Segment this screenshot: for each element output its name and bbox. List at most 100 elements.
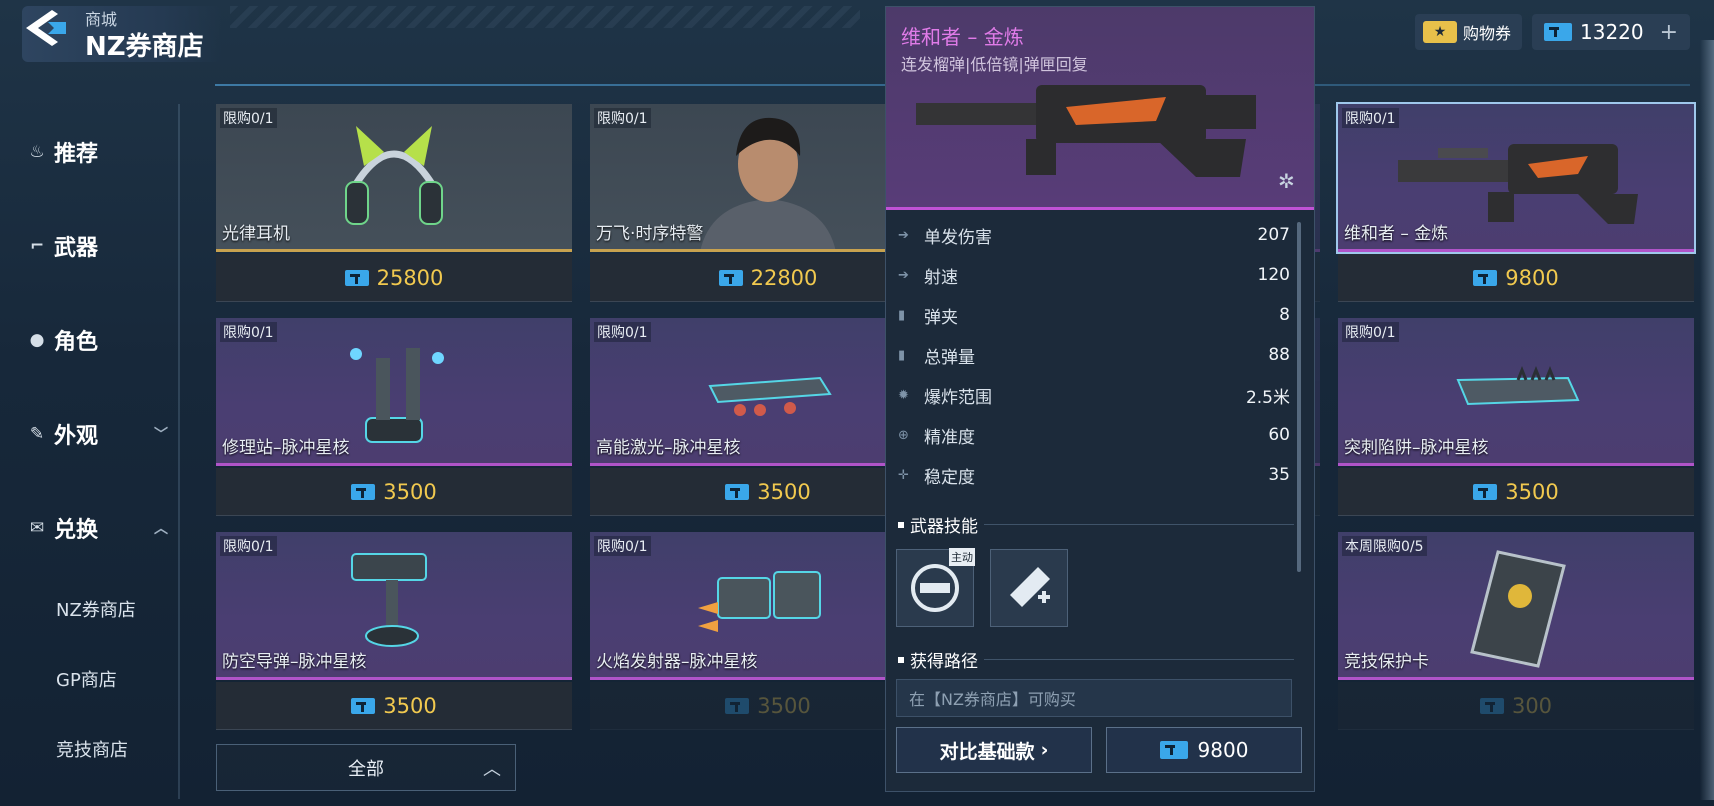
nz-coupon-icon bbox=[725, 697, 750, 714]
item-image: 限购0/1 突刺陷阱–脉冲星核 bbox=[1338, 318, 1694, 466]
stat-row: ➔ 单发伤害 207 bbox=[898, 217, 1290, 253]
item-name: 火焰发射器–脉冲星核 bbox=[596, 652, 758, 672]
price-bar[interactable]: 3500 bbox=[216, 682, 572, 730]
stat-label: 弹夹 bbox=[924, 307, 958, 328]
stat-value: 35 bbox=[1268, 465, 1290, 485]
nav-label: 推荐 bbox=[54, 142, 99, 167]
nz-coupon-icon bbox=[344, 269, 369, 286]
nz-coupon-icon bbox=[1544, 23, 1572, 41]
nz-coupon-icon bbox=[718, 269, 743, 286]
shop-card[interactable]: 限购0/1 光律耳机 25800 bbox=[216, 104, 572, 304]
item-name: 竞技保护卡 bbox=[1344, 652, 1429, 672]
purchase-limit: 限购0/1 bbox=[1342, 322, 1399, 342]
stat-row: ▮ 弹夹 8 bbox=[898, 297, 1290, 333]
sparkle-icon: ✲ bbox=[1278, 169, 1295, 193]
voucher-label: 购物券 bbox=[1463, 24, 1512, 43]
shop-card[interactable]: 限购0/1 防空导弹–脉冲星核 3500 bbox=[216, 532, 572, 732]
price-bar[interactable]: 3500 bbox=[216, 468, 572, 516]
skill-slot-active[interactable]: 主动 bbox=[896, 548, 975, 627]
voucher-currency[interactable]: ★ 购物券 bbox=[1415, 14, 1522, 50]
damage-icon: ➔ bbox=[898, 227, 909, 243]
compare-label: 对比基础款 bbox=[939, 740, 1035, 763]
stat-label: 精准度 bbox=[924, 427, 975, 448]
item-price: 9800 bbox=[1505, 265, 1559, 290]
purchase-limit: 限购0/1 bbox=[594, 108, 651, 128]
subnav-gp-shop[interactable]: GP商店 bbox=[56, 666, 117, 692]
shop-card[interactable]: 本周限购0/5 竞技保护卡 300 bbox=[1338, 532, 1694, 732]
grenade-burst-icon bbox=[911, 564, 959, 612]
detail-title: 维和者 – 金炼 bbox=[901, 25, 1024, 49]
grenade-launcher-icon bbox=[916, 85, 1256, 177]
nav-label: 武器 bbox=[54, 236, 99, 261]
purchase-limit: 限购0/1 bbox=[594, 322, 651, 342]
nav-recommend[interactable]: ♨ 推荐 bbox=[26, 136, 98, 168]
back-arrow-icon[interactable] bbox=[22, 8, 70, 48]
chevron-up-icon: ︿ bbox=[483, 759, 501, 780]
section-rule bbox=[984, 659, 1294, 660]
nz-coupon-icon bbox=[351, 483, 376, 500]
nz-coupon-icon bbox=[1479, 697, 1504, 714]
chevron-up-icon: ︿ bbox=[154, 521, 168, 537]
nav-characters[interactable]: ● 角色 bbox=[26, 324, 98, 356]
subnav-competitive-shop[interactable]: 竞技商店 bbox=[56, 736, 128, 762]
buy-button[interactable]: 9800 bbox=[1106, 727, 1302, 773]
detail-scrollbar[interactable] bbox=[1297, 222, 1301, 572]
item-price: 3500 bbox=[383, 693, 437, 718]
nav-weapons[interactable]: ⌐ 武器 bbox=[26, 230, 98, 262]
purchase-limit: 限购0/1 bbox=[594, 536, 651, 556]
active-skill-tag: 主动 bbox=[949, 548, 975, 566]
sidebar-divider bbox=[178, 104, 180, 799]
stat-value: 120 bbox=[1257, 265, 1290, 285]
source-row[interactable]: 在【NZ券商店】可购买 bbox=[896, 679, 1292, 717]
skill-slot-passive[interactable] bbox=[990, 549, 1068, 627]
price-bar[interactable]: 3500 bbox=[1338, 468, 1694, 516]
ammo-refill-icon bbox=[1010, 567, 1050, 607]
section-title: 获得路径 bbox=[910, 652, 978, 672]
skills-section-header: 武器技能 bbox=[898, 512, 1294, 537]
voucher-star-icon: ★ bbox=[1423, 21, 1457, 43]
chevron-down-icon: ﹀ bbox=[154, 427, 168, 443]
compare-base-button[interactable]: 对比基础款 › bbox=[896, 727, 1092, 773]
nav-label: 角色 bbox=[54, 330, 99, 355]
add-nz-button[interactable]: + bbox=[1660, 20, 1678, 45]
explosion-icon: ✹ bbox=[898, 387, 909, 403]
category-select[interactable]: 全部 ︿ bbox=[216, 744, 516, 791]
item-price: 3500 bbox=[1505, 479, 1559, 504]
stat-label: 射速 bbox=[924, 267, 958, 288]
item-image: 本周限购0/5 竞技保护卡 bbox=[1338, 532, 1694, 680]
price-bar[interactable]: 9800 bbox=[1338, 254, 1694, 302]
shop-card[interactable]: 限购0/1 突刺陷阱–脉冲星核 3500 bbox=[1338, 318, 1694, 518]
crosshair-icon: ⊕ bbox=[898, 427, 909, 443]
item-name: 光律耳机 bbox=[222, 224, 290, 244]
shop-card-selected[interactable]: 限购0/1 维和者 – 金炼 9800 bbox=[1336, 102, 1696, 304]
price-bar[interactable]: 25800 bbox=[216, 254, 572, 302]
nz-coupon-icon bbox=[1159, 741, 1188, 759]
chevron-right-icon: › bbox=[1040, 739, 1049, 761]
nav-exchange[interactable]: ✉ 兑换 ︿ bbox=[26, 512, 168, 544]
item-image: 限购0/1 修理站–脉冲星核 bbox=[216, 318, 572, 466]
detail-header: 维和者 – 金炼 连发榴弹|低倍镜|弹匣回复 ✲ bbox=[886, 7, 1314, 210]
nav-appearance[interactable]: ✎ 外观 ﹀ bbox=[26, 418, 168, 450]
purchase-limit: 限购0/1 bbox=[1342, 108, 1399, 128]
edge-glow bbox=[1700, 40, 1714, 800]
price-bar[interactable]: 300 bbox=[1338, 682, 1694, 730]
exchange-icon: ✉ bbox=[29, 518, 45, 538]
nz-currency: 13220 + bbox=[1532, 14, 1690, 50]
stability-icon: ✛ bbox=[898, 467, 909, 483]
detail-subtitle: 连发榴弹|低倍镜|弹匣回复 bbox=[901, 55, 1088, 74]
nav-label: 兑换 bbox=[54, 518, 99, 543]
stat-row: ✹ 爆炸范围 2.5米 bbox=[898, 377, 1290, 413]
section-title: 武器技能 bbox=[910, 517, 978, 537]
stat-value: 2.5米 bbox=[1245, 387, 1290, 408]
shop-card[interactable]: 限购0/1 修理站–脉冲星核 3500 bbox=[216, 318, 572, 518]
subnav-nz-shop[interactable]: NZ券商店 bbox=[56, 596, 136, 622]
stat-label: 爆炸范围 bbox=[924, 387, 992, 408]
item-image: 限购0/1 维和者 – 金炼 bbox=[1336, 102, 1696, 254]
nz-coupon-icon bbox=[725, 483, 750, 500]
stat-label: 单发伤害 bbox=[924, 227, 992, 248]
item-name: 突刺陷阱–脉冲星核 bbox=[1344, 438, 1489, 458]
purchase-limit: 本周限购0/5 bbox=[1342, 536, 1427, 556]
stat-value: 88 bbox=[1268, 345, 1290, 365]
buy-price: 9800 bbox=[1197, 738, 1249, 762]
nz-balance: 13220 bbox=[1580, 20, 1644, 44]
